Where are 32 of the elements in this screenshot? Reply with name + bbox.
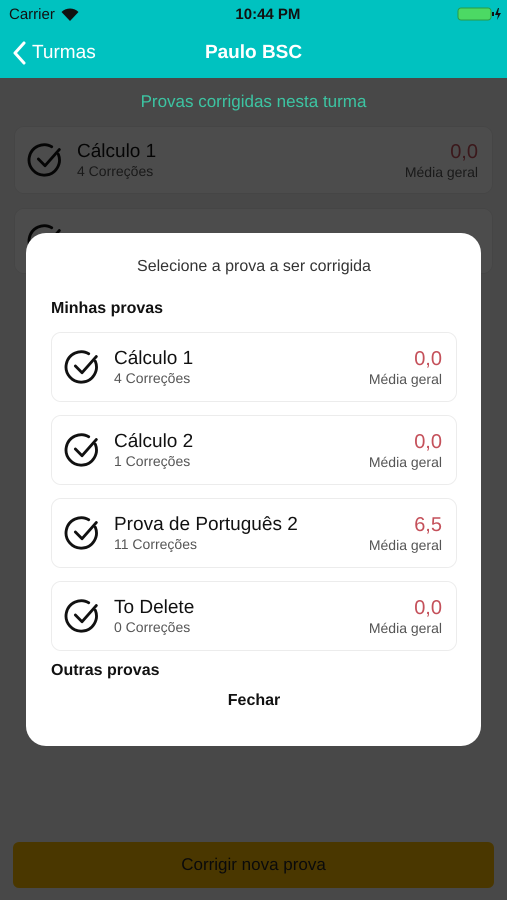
status-time: 10:44 PM: [235, 6, 300, 22]
corrections-count: 11 Correções: [114, 536, 198, 552]
average-score: 0,0: [414, 596, 442, 620]
corrections-count: 0 Correções: [114, 619, 192, 635]
exam-title: To Delete: [114, 597, 196, 619]
carrier-label: Carrier: [9, 6, 55, 22]
exam-card[interactable]: Cálculo 2 1 Correções 0,0 Média geral: [51, 415, 457, 485]
wifi-icon: [60, 8, 79, 20]
section-title: Minhas provas: [51, 300, 164, 318]
nav-title: Paulo BSC: [204, 42, 302, 64]
chevron-left-icon: [12, 41, 26, 65]
exam-card[interactable]: Cálculo 1 4 Correções 0,0 Média geral: [51, 332, 457, 402]
average-label: Média geral: [368, 620, 442, 636]
corrections-count: 1 Correções: [114, 453, 192, 469]
exam-title: Cálculo 1: [114, 348, 194, 370]
average-score: 6,5: [414, 514, 442, 536]
modal-title: Selecione a prova a ser corrigida: [136, 258, 372, 276]
exam-title: Cálculo 2: [114, 431, 194, 453]
exam-title: Cálculo 1: [77, 141, 158, 163]
average-label: Média geral: [368, 370, 442, 386]
average-score: 0,0: [414, 430, 442, 454]
exam-card[interactable]: Prova de Português 2 11 Correções 6,5 Média geral: [51, 498, 457, 568]
average-score: 0,0: [414, 348, 442, 370]
corrections-count: 4 Correções: [114, 370, 192, 386]
section-heading: Provas corrigidas nesta turma: [140, 92, 366, 112]
section-title: Outras provas: [51, 662, 160, 680]
close-button[interactable]: Fechar: [220, 688, 288, 714]
battery-icon: [456, 7, 501, 21]
average-label: Média geral: [368, 536, 442, 552]
exam-card[interactable]: To Delete 0 Correções 0,0 Média geral: [51, 581, 457, 651]
exam-title: Prova de Português 2: [114, 514, 299, 536]
average-label: Média geral: [368, 454, 442, 470]
